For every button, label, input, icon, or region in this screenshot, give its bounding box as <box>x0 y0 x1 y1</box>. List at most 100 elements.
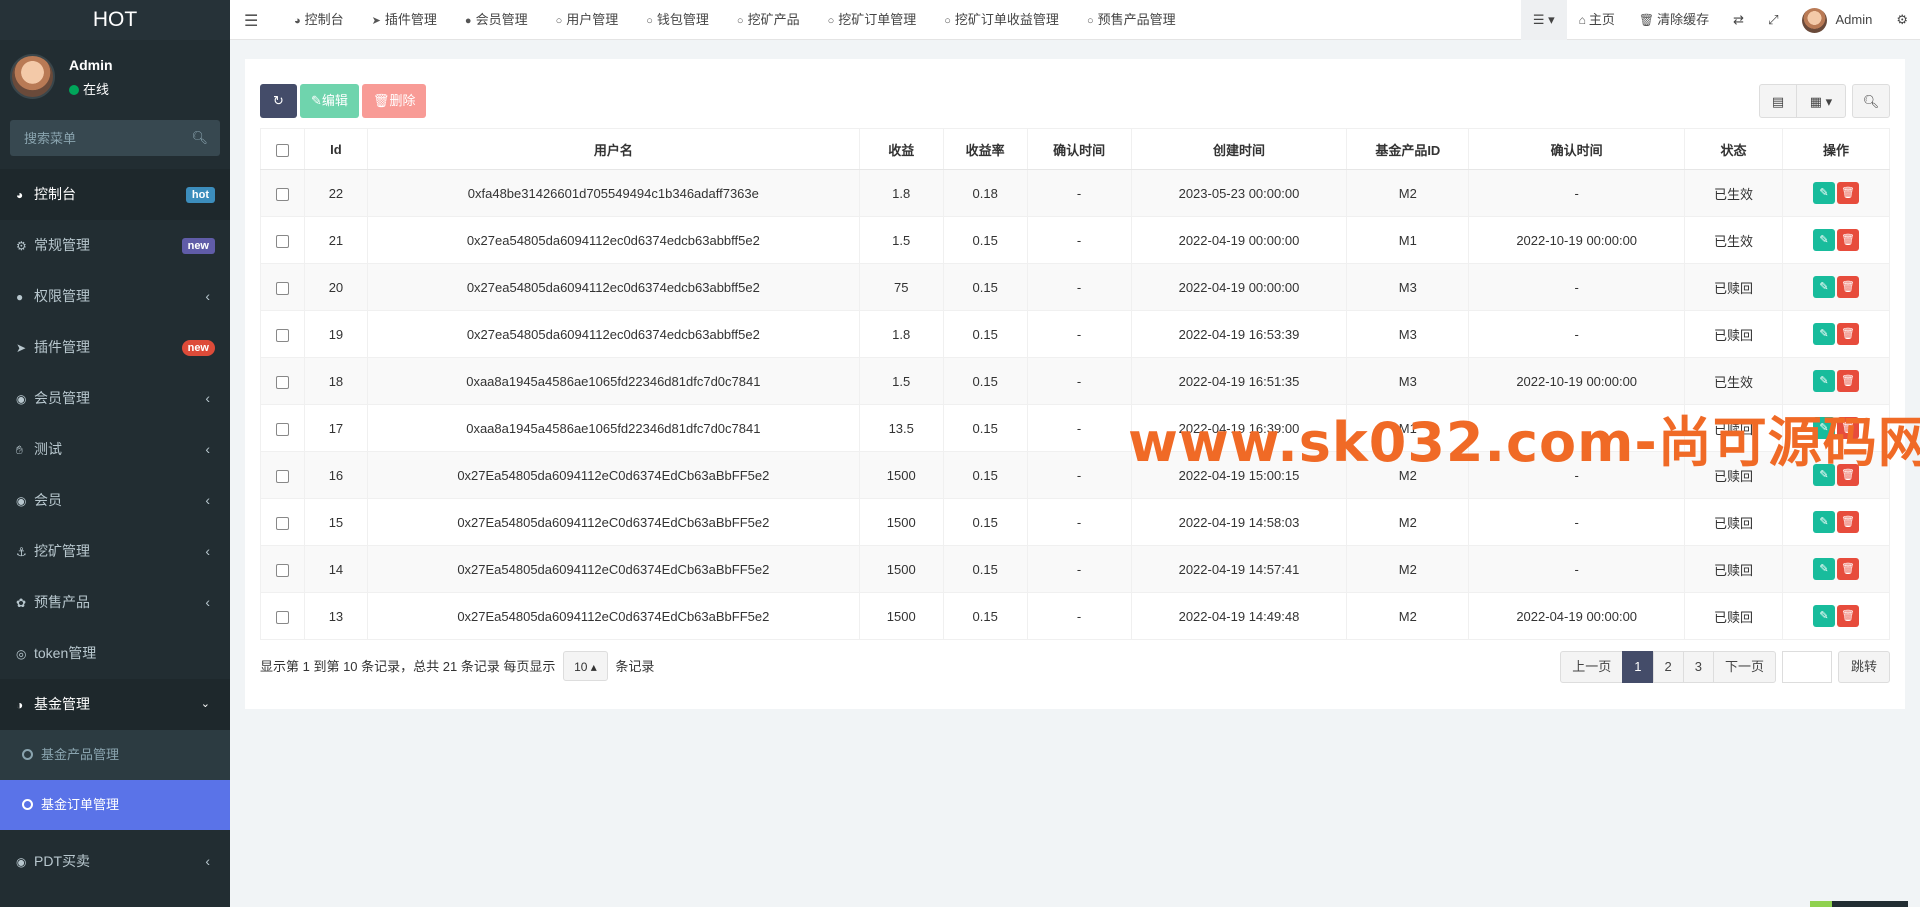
column-header[interactable]: 确认时间 <box>1026 128 1132 170</box>
columns-button[interactable]: ▦ ▾ <box>1796 84 1846 118</box>
sidebar-item-fund-order[interactable]: 基金订单管理 <box>0 780 230 830</box>
row-checkbox[interactable] <box>275 328 289 342</box>
nav-fullscreen[interactable]: ⤢ <box>1756 0 1790 40</box>
nav-tab-mining-products[interactable]: ○ 挖矿产品 <box>723 0 814 40</box>
row-delete-button[interactable]: 🗑︎ <box>1837 605 1859 627</box>
sidebar-item-token[interactable]: ◎ token管理 <box>0 628 230 679</box>
row-edit-button[interactable]: ✎ <box>1813 182 1835 204</box>
table-row[interactable]: 19 0x27ea54805da6094112ec0d6374edcb63abbf… <box>260 310 1890 358</box>
nav-settings[interactable]: ⚙ <box>1884 0 1920 40</box>
row-edit-button[interactable]: ✎ <box>1813 276 1835 298</box>
refresh-button[interactable]: ↻ <box>260 84 297 118</box>
column-header[interactable]: Id <box>303 128 368 170</box>
delete-button[interactable]: 🗑︎删除 <box>361 84 427 118</box>
search-button[interactable]: 🔍︎ <box>1852 84 1890 118</box>
nav-tab-users[interactable]: ○ 用户管理 <box>542 0 633 40</box>
table-row[interactable]: 14 0x27Ea54805da6094112eC0d6374EdCb63aBbF… <box>260 545 1890 593</box>
column-header[interactable]: 用户名 <box>366 128 860 170</box>
sidebar-item-test[interactable]: ✋︎ 测试 ‹ <box>0 424 230 475</box>
table-cell: 0x27ea54805da6094112ec0d6374edcb63abbff5… <box>366 216 860 264</box>
toggle-view-button[interactable]: ▤ <box>1759 84 1797 118</box>
row-checkbox[interactable] <box>275 422 289 436</box>
jump-button[interactable]: 跳转 <box>1837 651 1890 683</box>
row-checkbox[interactable] <box>275 610 289 624</box>
jump-page-input[interactable] <box>1781 651 1832 683</box>
row-delete-button[interactable]: 🗑︎ <box>1837 511 1859 533</box>
row-delete-button[interactable]: 🗑︎ <box>1837 182 1859 204</box>
nav-tab-mining-income[interactable]: ○ 挖矿订单收益管理 <box>930 0 1073 40</box>
anchor-icon: ⚓︎ <box>16 545 27 559</box>
next-page-button[interactable]: 下一页 <box>1712 651 1776 683</box>
page-3-button[interactable]: 3 <box>1682 651 1714 683</box>
row-checkbox[interactable] <box>275 563 289 577</box>
sidebar-item-pdt[interactable]: ◉ PDT买卖 ‹ <box>0 836 230 887</box>
nav-tab-wallet[interactable]: ○ 钱包管理 <box>632 0 723 40</box>
column-header[interactable]: 状态 <box>1684 128 1784 170</box>
column-header[interactable]: 确认时间 <box>1468 128 1686 170</box>
sidebar-item-permission[interactable]: ● 权限管理 ‹ <box>0 271 230 322</box>
row-delete-button[interactable]: 🗑︎ <box>1837 558 1859 580</box>
page-2-button[interactable]: 2 <box>1652 651 1684 683</box>
table-row[interactable]: 20 0x27ea54805da6094112ec0d6374edcb63abbf… <box>260 263 1890 311</box>
table-row[interactable]: 13 0x27Ea54805da6094112eC0d6374EdCb63aBbF… <box>260 592 1890 640</box>
nav-clear-cache[interactable]: 🗑︎ 清除缓存 <box>1627 0 1721 40</box>
prev-page-button[interactable]: 上一页 <box>1560 651 1624 683</box>
page-1-button[interactable]: 1 <box>1622 651 1654 683</box>
sidebar-item-fund-product[interactable]: 基金产品管理 <box>0 730 230 780</box>
row-edit-button[interactable]: ✎ <box>1813 605 1835 627</box>
sidebar-item-mining[interactable]: ⚓︎ 挖矿管理 ‹ <box>0 526 230 577</box>
sidebar-item-plugins[interactable]: ➤ 插件管理 new <box>0 322 230 373</box>
row-checkbox[interactable] <box>275 469 289 483</box>
menu-search-input[interactable] <box>10 120 220 156</box>
column-header[interactable]: 收益率 <box>942 128 1028 170</box>
nav-tab-mining-orders[interactable]: ○ 挖矿订单管理 <box>814 0 931 40</box>
row-edit-button[interactable]: ✎ <box>1813 229 1835 251</box>
sidebar-item-fund[interactable]: ◑ 基金管理 ⌄ <box>0 679 230 730</box>
row-delete-button[interactable]: 🗑︎ <box>1837 229 1859 251</box>
menu-toggle-icon[interactable]: ☰ <box>244 11 258 31</box>
nav-language[interactable]: ⇄ <box>1721 0 1756 40</box>
sidebar-item-members[interactable]: ◉ 会员管理 ‹ <box>0 373 230 424</box>
row-edit-button[interactable]: ✎ <box>1813 511 1835 533</box>
nav-tab-dashboard[interactable]: ◕ 控制台 <box>280 0 358 40</box>
column-header[interactable]: 收益 <box>858 128 944 170</box>
page-size-dropdown[interactable]: 10 ▴ <box>563 651 608 681</box>
avatar <box>10 54 55 99</box>
row-edit-button[interactable]: ✎ <box>1813 323 1835 345</box>
nav-user[interactable]: Admin <box>1790 0 1884 40</box>
column-header[interactable]: 基金产品ID <box>1346 128 1470 170</box>
search-icon[interactable]: 🔍︎ <box>191 130 208 146</box>
sidebar-item-dashboard[interactable]: ◕ 控制台 hot <box>0 169 230 220</box>
row-delete-button[interactable]: 🗑︎ <box>1837 323 1859 345</box>
row-checkbox[interactable] <box>275 516 289 530</box>
new-badge: new <box>181 238 215 254</box>
sidebar-item-member[interactable]: ◉ 会员 ‹ <box>0 475 230 526</box>
select-all-checkbox[interactable] <box>275 143 289 157</box>
nav-home[interactable]: ⌂ 主页 <box>1567 0 1627 40</box>
nav-list-dropdown[interactable]: ☰ ▾ <box>1520 0 1567 40</box>
nav-tab-plugins[interactable]: ➤ 插件管理 <box>358 0 451 40</box>
table-cell: 0.15 <box>942 357 1028 405</box>
trash-icon: 🗑︎ <box>1841 563 1855 575</box>
column-header[interactable]: 创建时间 <box>1130 128 1348 170</box>
nav-tab-members[interactable]: ● 会员管理 <box>451 0 542 40</box>
row-checkbox[interactable] <box>275 234 289 248</box>
row-edit-button[interactable]: ✎ <box>1813 370 1835 392</box>
app-logo[interactable]: HOT <box>0 0 230 40</box>
table-row[interactable]: 15 0x27Ea54805da6094112eC0d6374EdCb63aBbF… <box>260 498 1890 546</box>
sidebar-item-presale[interactable]: ✿ 预售产品 ‹ <box>0 577 230 628</box>
row-checkbox[interactable] <box>275 375 289 389</box>
row-checkbox[interactable] <box>275 187 289 201</box>
row-edit-button[interactable]: ✎ <box>1813 558 1835 580</box>
table-cell: 18 <box>303 357 368 405</box>
row-checkbox[interactable] <box>275 281 289 295</box>
row-delete-button[interactable]: 🗑︎ <box>1837 276 1859 298</box>
edit-button[interactable]: ✎编辑 <box>300 84 359 118</box>
nav-tab-presale[interactable]: ○ 预售产品管理 <box>1073 0 1190 40</box>
sidebar-item-general[interactable]: ⚙ 常规管理 new <box>0 220 230 271</box>
table-cell: 0.15 <box>942 216 1028 264</box>
pagination-info-text: 显示第 1 到第 10 条记录，总共 21 条记录 每页显示 <box>260 659 556 674</box>
table-row[interactable]: 21 0x27ea54805da6094112ec0d6374edcb63abbf… <box>260 216 1890 264</box>
row-delete-button[interactable]: 🗑︎ <box>1837 370 1859 392</box>
table-row[interactable]: 22 0xfa48be31426601d705549494c1b346adaff7… <box>260 169 1890 217</box>
